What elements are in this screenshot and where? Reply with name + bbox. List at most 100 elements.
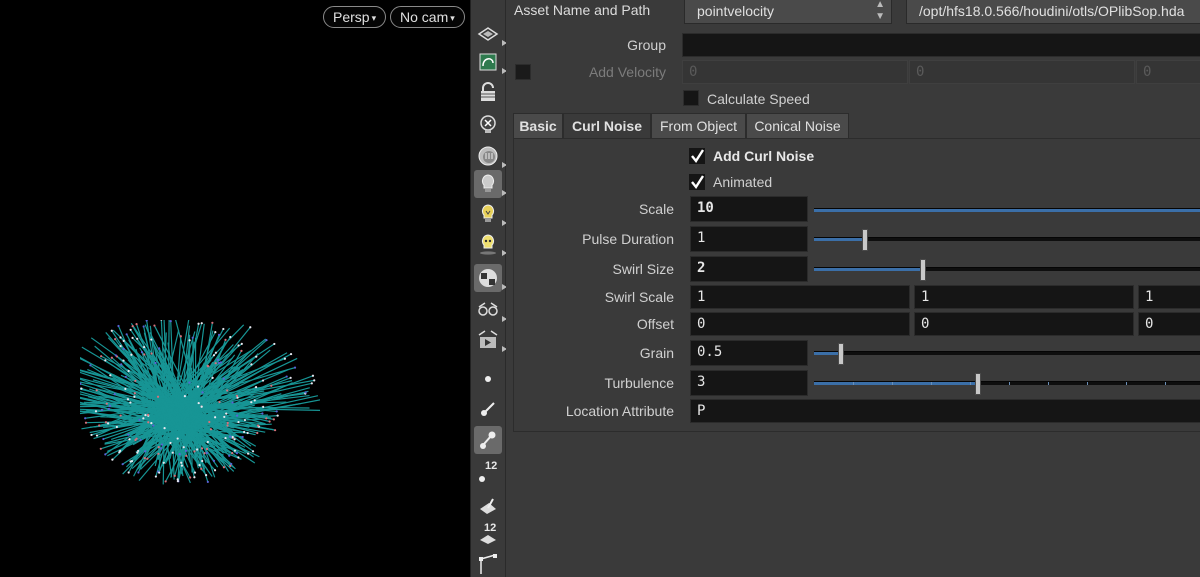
pulse-duration-slider[interactable] bbox=[814, 229, 1200, 251]
reference-plane-icon bbox=[479, 53, 497, 71]
stereo-icon bbox=[478, 302, 498, 316]
parameter-pane: Asset Name and Path pointvelocity ▲ ▼ /op… bbox=[506, 0, 1200, 577]
add-curl-noise-toggle[interactable] bbox=[688, 147, 706, 165]
scale-field[interactable]: 10 bbox=[690, 196, 808, 222]
headlight-button[interactable] bbox=[474, 142, 507, 170]
render-preview-button[interactable] bbox=[474, 326, 507, 354]
swirl-scale-label: Swirl Scale bbox=[604, 289, 674, 305]
asset-name-value: pointvelocity bbox=[697, 3, 775, 19]
ambient-occlusion-icon bbox=[479, 269, 497, 287]
slider-tick bbox=[970, 382, 971, 385]
display-options-icon bbox=[477, 27, 499, 41]
high-quality-light-icon bbox=[481, 204, 495, 222]
ambient-occlusion-button[interactable] bbox=[474, 264, 507, 292]
display-options-button[interactable] bbox=[474, 20, 507, 48]
reference-plane-button[interactable] bbox=[474, 48, 507, 76]
hq-light-shadow-button[interactable] bbox=[474, 230, 507, 258]
swirl-size-label: Swirl Size bbox=[612, 261, 674, 277]
offset-z-field[interactable]: 0 bbox=[1138, 312, 1200, 336]
scale-slider-fill bbox=[814, 209, 1200, 212]
primitive-numbers-button[interactable]: 12 bbox=[474, 520, 502, 548]
calculate-speed-label: Calculate Speed bbox=[707, 91, 810, 107]
point-cloud-geometry bbox=[80, 320, 320, 485]
spline-icon bbox=[479, 554, 497, 574]
grain-label: Grain bbox=[639, 345, 674, 361]
lock-camera-button[interactable] bbox=[474, 78, 502, 106]
pulse-duration-slider-handle[interactable] bbox=[862, 229, 868, 251]
render-preview-icon bbox=[478, 330, 498, 348]
lock-camera-icon bbox=[481, 82, 495, 101]
point-numbers-badge: 12 bbox=[485, 460, 498, 472]
turbulence-slider[interactable] bbox=[814, 373, 1200, 395]
asset-path-field[interactable]: /opt/hfs18.0.566/houdini/otls/OPlibSop.h… bbox=[906, 0, 1200, 24]
offset-y-field[interactable]: 0 bbox=[914, 312, 1134, 336]
pulse-duration-label: Pulse Duration bbox=[582, 231, 674, 247]
normal-light-button[interactable] bbox=[474, 170, 507, 198]
swirl-scale-x-field[interactable]: 1 bbox=[690, 285, 910, 309]
turbulence-slider-handle[interactable] bbox=[975, 373, 981, 395]
grain-slider[interactable] bbox=[814, 343, 1200, 365]
add-velocity-y-field[interactable]: 0 bbox=[909, 60, 1135, 84]
slider-tick bbox=[1048, 382, 1049, 385]
offset-x-field[interactable]: 0 bbox=[690, 312, 910, 336]
point-velocity-icon bbox=[480, 431, 496, 449]
viewport-display-toolbar: 12 12 bbox=[470, 0, 507, 577]
add-velocity-z-field[interactable]: 0 bbox=[1136, 60, 1200, 84]
point-normal-button[interactable] bbox=[474, 394, 502, 422]
scale-slider[interactable] bbox=[814, 208, 1200, 212]
swirl-size-slider-fill bbox=[814, 268, 923, 271]
swirl-scale-y-field[interactable]: 1 bbox=[914, 285, 1134, 309]
grain-slider-handle[interactable] bbox=[838, 343, 844, 365]
tab-from-object[interactable]: From Object bbox=[651, 113, 746, 139]
calculate-speed-toggle[interactable] bbox=[683, 90, 699, 106]
primitive-normal-button[interactable] bbox=[474, 490, 502, 518]
high-quality-light-button[interactable] bbox=[474, 200, 507, 228]
checkmark-icon bbox=[689, 174, 705, 190]
turbulence-slider-fill bbox=[814, 382, 978, 385]
swirl-scale-z-field[interactable]: 1 bbox=[1138, 285, 1200, 309]
offset-label: Offset bbox=[636, 316, 674, 332]
turbulence-label: Turbulence bbox=[604, 375, 674, 391]
asset-name-menu[interactable]: pointvelocity ▲ ▼ bbox=[684, 0, 892, 24]
chevron-down-icon: ▾ bbox=[371, 13, 377, 23]
stereo-button[interactable] bbox=[474, 296, 507, 324]
cam-menu-label: No cam bbox=[400, 9, 449, 25]
hq-light-shadow-icon bbox=[480, 234, 496, 255]
swirl-size-field[interactable]: 2 bbox=[690, 256, 808, 282]
point-numbers-button[interactable]: 12 bbox=[474, 458, 502, 486]
group-field[interactable] bbox=[682, 33, 1200, 57]
slider-tick bbox=[1126, 382, 1127, 385]
tab-curl-noise[interactable]: Curl Noise bbox=[563, 113, 651, 139]
scene-viewport[interactable]: Persp ▾ No cam ▾ bbox=[0, 0, 470, 577]
updown-arrows-icon: ▲ ▼ bbox=[875, 0, 885, 22]
checkmark-icon bbox=[689, 148, 705, 164]
add-curl-noise-label: Add Curl Noise bbox=[713, 148, 815, 164]
slider-tick bbox=[1165, 382, 1166, 385]
point-velocity-button[interactable] bbox=[474, 426, 502, 454]
tab-basic[interactable]: Basic bbox=[513, 113, 563, 139]
turbulence-field[interactable]: 3 bbox=[690, 370, 808, 396]
pulse-duration-slider-fill bbox=[814, 238, 865, 241]
location-attribute-field[interactable]: P bbox=[690, 399, 1200, 423]
asset-name-label: Asset Name and Path bbox=[514, 2, 651, 18]
grain-field[interactable]: 0.5 bbox=[690, 340, 808, 366]
group-label: Group bbox=[627, 37, 666, 53]
primitive-numbers-badge: 12 bbox=[484, 522, 497, 534]
spline-button[interactable] bbox=[474, 550, 502, 577]
swirl-size-slider[interactable] bbox=[814, 259, 1200, 281]
animated-toggle[interactable] bbox=[688, 173, 706, 191]
slider-tick bbox=[1087, 382, 1088, 385]
delete-light-button[interactable] bbox=[474, 110, 502, 138]
add-velocity-x-field[interactable]: 0 bbox=[682, 60, 908, 84]
asset-path-value: /opt/hfs18.0.566/houdini/otls/OPlibSop.h… bbox=[919, 3, 1185, 19]
slider-tick bbox=[1009, 382, 1010, 385]
tab-conical-noise[interactable]: Conical Noise bbox=[746, 113, 849, 139]
pulse-duration-field[interactable]: 1 bbox=[690, 226, 808, 252]
animated-label: Animated bbox=[713, 174, 773, 190]
cam-menu-button[interactable]: No cam ▾ bbox=[390, 6, 465, 28]
swirl-size-slider-handle[interactable] bbox=[920, 259, 926, 281]
slider-tick bbox=[892, 382, 893, 385]
delete-light-icon bbox=[480, 115, 496, 133]
point-display-button[interactable] bbox=[474, 362, 502, 390]
camera-menu-button[interactable]: Persp ▾ bbox=[323, 6, 387, 28]
